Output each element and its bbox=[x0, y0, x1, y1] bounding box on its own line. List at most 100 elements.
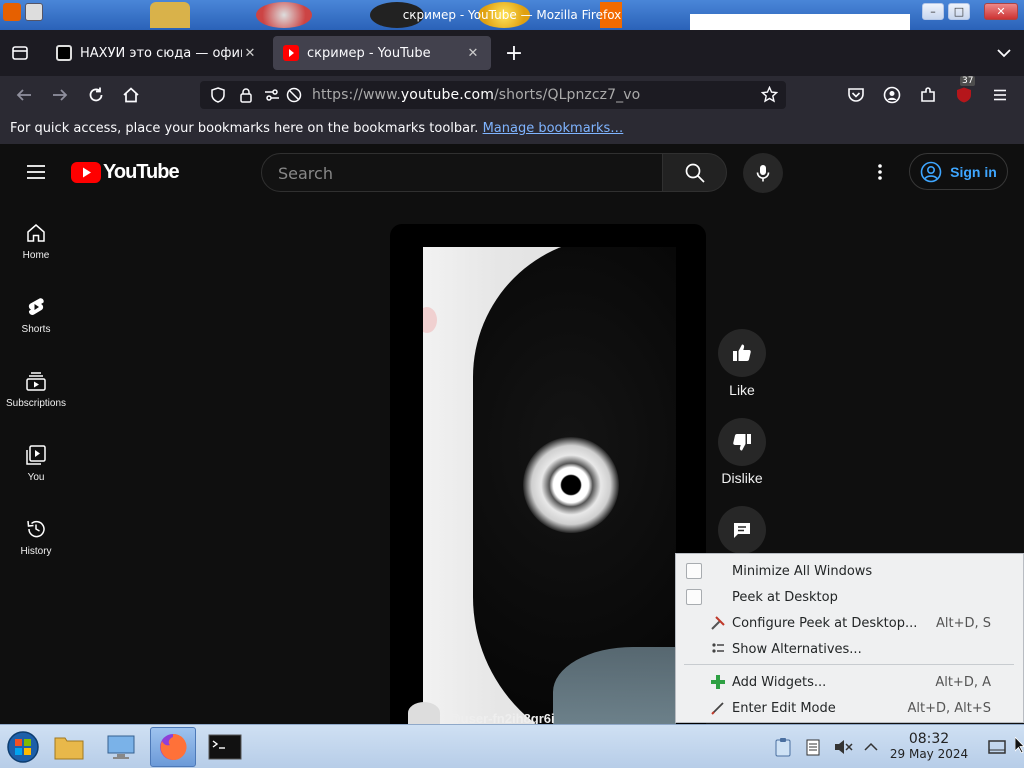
like-label: Like bbox=[729, 382, 755, 398]
list-tabs-button[interactable] bbox=[990, 39, 1018, 67]
url-text[interactable]: https://www.youtube.com/shorts/QLpnzcz7_… bbox=[312, 87, 640, 103]
tray-volume-button[interactable] bbox=[828, 727, 858, 767]
pocket-icon bbox=[848, 88, 864, 102]
home-button[interactable] bbox=[117, 81, 145, 109]
window-title: скример - YouTube — Mozilla Firefox bbox=[402, 8, 622, 22]
hamburger-menu-icon bbox=[994, 89, 1006, 101]
search-button[interactable] bbox=[662, 153, 727, 192]
tab-youtube[interactable]: скример - YouTube ✕ bbox=[273, 36, 491, 70]
show-desktop-icon bbox=[988, 740, 1006, 754]
tracking-shield-icon[interactable] bbox=[210, 87, 226, 103]
maximize-button[interactable]: □ bbox=[948, 3, 970, 20]
lock-icon[interactable] bbox=[238, 87, 254, 103]
shorts-icon bbox=[28, 298, 44, 315]
clock-date: 29 May 2024 bbox=[889, 747, 969, 761]
menu-item-shortcut: Alt+D, S bbox=[935, 615, 991, 631]
sidebar-item-home[interactable]: Home bbox=[0, 222, 72, 261]
sidebar-item-label: You bbox=[27, 472, 45, 483]
taskbar-firefox-window[interactable] bbox=[150, 727, 196, 767]
start-menu-button[interactable] bbox=[0, 727, 46, 767]
dislike-button[interactable] bbox=[718, 418, 766, 466]
firefox-view-button[interactable] bbox=[6, 39, 34, 67]
sidebar-item-label: History bbox=[20, 546, 52, 557]
permissions-icon[interactable] bbox=[264, 87, 280, 103]
sidebar-item-you[interactable]: You bbox=[0, 444, 72, 483]
youtube-wordmark: YouTube bbox=[103, 161, 180, 183]
menu-item-add-widgets[interactable]: Add Widgets... Alt+D, A bbox=[676, 669, 1023, 695]
thumbs-down-icon bbox=[733, 434, 751, 451]
tab-close-icon[interactable]: ✕ bbox=[465, 46, 481, 61]
url-prefix: https://www. bbox=[312, 87, 401, 103]
youtube-play-logo-icon bbox=[71, 162, 101, 183]
youtube-header: YouTube Search Sign in bbox=[0, 144, 1024, 200]
settings-button[interactable] bbox=[868, 160, 892, 184]
youtube-logo[interactable]: YouTube bbox=[71, 161, 180, 184]
manage-bookmarks-link[interactable]: Manage bookmarks… bbox=[483, 121, 624, 136]
extensions-button[interactable] bbox=[914, 81, 942, 109]
checkbox[interactable] bbox=[686, 563, 702, 579]
pocket-button[interactable] bbox=[842, 81, 870, 109]
firefox-icon bbox=[160, 733, 187, 760]
menu-item-peek-desktop[interactable]: Peek at Desktop bbox=[676, 584, 1023, 610]
tab-nakhuy[interactable]: НАХУЙ это сюда — официальный ✕ bbox=[46, 36, 268, 70]
computer-icon bbox=[107, 735, 135, 759]
shorts-video-player[interactable]: @user-fn2ih8gr6i bbox=[390, 224, 706, 724]
system-settings-button[interactable] bbox=[98, 727, 144, 767]
show-desktop-button[interactable] bbox=[982, 727, 1012, 767]
menu-item-edit-mode[interactable]: Enter Edit Mode Alt+D, Alt+S bbox=[676, 695, 1023, 721]
forward-button[interactable] bbox=[46, 81, 74, 109]
autoplay-blocked-icon[interactable] bbox=[286, 87, 302, 103]
comments-button[interactable] bbox=[718, 506, 766, 554]
channel-handle[interactable]: @user-fn2ih8gr6i bbox=[448, 711, 555, 724]
thumbs-up-icon bbox=[733, 344, 751, 361]
voice-search-button[interactable] bbox=[743, 153, 783, 193]
terminal-icon bbox=[208, 734, 242, 760]
tab-close-icon[interactable]: ✕ bbox=[242, 46, 258, 61]
menu-item-label: Enter Edit Mode bbox=[732, 700, 836, 716]
back-button[interactable] bbox=[10, 81, 38, 109]
bookmarks-hint: For quick access, place your bookmarks h… bbox=[10, 121, 479, 136]
chevron-down-icon bbox=[997, 49, 1011, 58]
account-button[interactable] bbox=[878, 81, 906, 109]
microphone-icon bbox=[756, 165, 770, 182]
guide-menu-button[interactable] bbox=[22, 158, 50, 186]
desktop-context-menu: Minimize All Windows Peek at Desktop Con… bbox=[675, 553, 1024, 723]
file-manager-button[interactable] bbox=[46, 727, 92, 767]
digital-clock[interactable]: 08:32 29 May 2024 bbox=[884, 731, 974, 761]
volume-muted-icon bbox=[835, 740, 853, 754]
channel-avatar[interactable] bbox=[408, 702, 440, 724]
close-button[interactable]: ✕ bbox=[984, 3, 1018, 20]
menu-item-show-alternatives[interactable]: Show Alternatives... bbox=[676, 636, 1023, 662]
navigation-toolbar: https://www.youtube.com/shorts/QLpnzcz7_… bbox=[0, 76, 1024, 114]
address-bar[interactable]: https://www.youtube.com/shorts/QLpnzcz7_… bbox=[200, 81, 786, 109]
bookmark-star-icon[interactable] bbox=[761, 86, 778, 103]
menu-item-configure-peek[interactable]: Configure Peek at Desktop... Alt+D, S bbox=[676, 610, 1023, 636]
history-icon bbox=[27, 520, 45, 538]
chevron-up-icon bbox=[864, 742, 878, 751]
like-button[interactable] bbox=[718, 329, 766, 377]
menu-item-label: Minimize All Windows bbox=[732, 563, 873, 579]
minimize-button[interactable]: – bbox=[922, 3, 944, 20]
app-menu-button[interactable] bbox=[986, 81, 1014, 109]
sidebar-item-label: Home bbox=[22, 250, 50, 261]
sign-in-button[interactable]: Sign in bbox=[909, 153, 1008, 190]
video-frame bbox=[423, 247, 676, 724]
tab-favicon-icon bbox=[56, 45, 72, 61]
puzzle-icon bbox=[921, 87, 935, 102]
sidebar-item-history[interactable]: History bbox=[0, 518, 72, 557]
sidebar-item-shorts[interactable]: Shorts bbox=[0, 296, 72, 335]
search-input[interactable]: Search bbox=[261, 153, 663, 192]
taskbar-terminal-window[interactable] bbox=[202, 727, 248, 767]
sidebar-item-subscriptions[interactable]: Subscriptions bbox=[0, 370, 72, 409]
folder-icon bbox=[54, 737, 84, 760]
tray-notes-button[interactable] bbox=[798, 727, 828, 767]
new-tab-button[interactable]: + bbox=[500, 39, 528, 67]
ublock-extension-button[interactable]: 37 bbox=[950, 76, 978, 109]
account-circle-icon bbox=[920, 161, 942, 182]
checkbox[interactable] bbox=[686, 589, 702, 605]
reload-button[interactable] bbox=[82, 81, 110, 109]
creature-eye bbox=[523, 437, 619, 533]
menu-item-minimize-all[interactable]: Minimize All Windows bbox=[676, 558, 1023, 584]
tray-expand-button[interactable] bbox=[856, 727, 886, 767]
window-titlebar[interactable]: скример - YouTube — Mozilla Firefox – □ … bbox=[0, 0, 1024, 30]
